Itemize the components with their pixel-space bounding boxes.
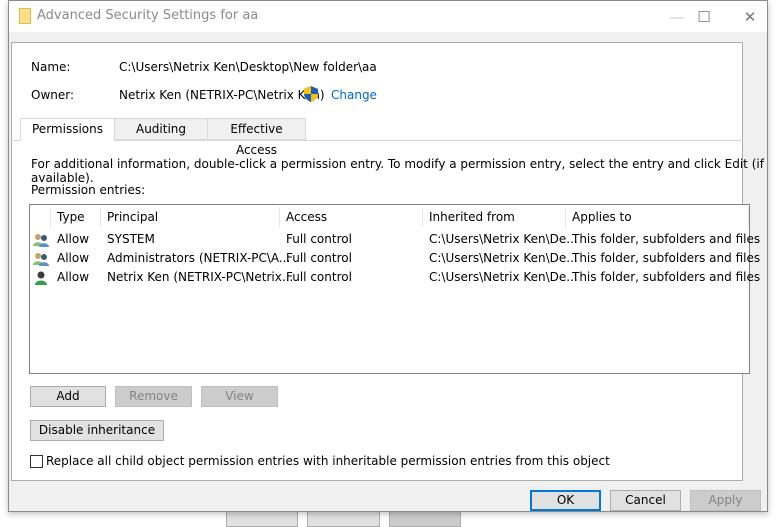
title-bar[interactable]: Advanced Security Settings for aa — ☐ ✕ (9, 1, 767, 32)
tab-permissions-label: Permissions (32, 122, 103, 136)
window-title: Advanced Security Settings for aa (37, 8, 259, 23)
view-button[interactable]: View (201, 386, 278, 407)
owner-label: Owner: (31, 88, 75, 102)
tab-permissions[interactable]: Permissions (20, 118, 115, 141)
entry-principal: Administrators (NETRIX-PC\A... (107, 251, 291, 265)
permission-entries-label: Permission entries: (31, 183, 146, 197)
column-header-inherited-from[interactable]: Inherited from (429, 210, 515, 226)
disable-inheritance-button[interactable]: Disable inheritance (30, 420, 164, 441)
close-button[interactable]: ✕ (727, 1, 773, 32)
group-users-icon (33, 234, 49, 247)
background-apply-button (389, 510, 461, 527)
entry-inherited-from: C:\Users\Netrix Ken\De... (429, 270, 578, 284)
entry-principal: SYSTEM (107, 232, 155, 246)
remove-button[interactable]: Remove (115, 386, 192, 407)
column-separator (422, 207, 423, 227)
replace-child-permissions-checkbox[interactable] (30, 455, 43, 468)
background-cancel-button (307, 510, 380, 527)
permission-entry-row[interactable]: Allow SYSTEM Full control C:\Users\Netri… (30, 230, 760, 249)
permission-entries-list[interactable]: Type Principal Access Inherited from App… (29, 204, 760, 374)
maximize-icon: ☐ (697, 7, 711, 26)
column-header-type[interactable]: Type (57, 210, 85, 226)
entry-principal: Netrix Ken (NETRIX-PC\Netrix... (107, 270, 294, 284)
entry-inherited-from: C:\Users\Netrix Ken\De... (429, 232, 578, 246)
group-users-icon (33, 253, 49, 266)
entry-access: Full control (286, 270, 352, 284)
entry-access: Full control (286, 232, 352, 246)
apply-button[interactable]: Apply (690, 490, 761, 511)
tab-auditing-label: Auditing (135, 122, 187, 136)
column-separator (100, 207, 101, 227)
entry-type: Allow (57, 251, 90, 265)
entry-type: Allow (57, 232, 90, 246)
entry-applies-to: This folder, subfolders and files (572, 251, 761, 265)
cancel-button[interactable]: Cancel (610, 490, 681, 511)
column-separator (748, 207, 749, 227)
background-window-right (768, 0, 781, 527)
entry-type: Allow (57, 270, 90, 284)
permission-entry-row[interactable]: Allow Administrators (NETRIX-PC\A... Ful… (30, 249, 760, 268)
tab-effective-access-label: Effective Access (230, 122, 283, 157)
column-header-access[interactable]: Access (286, 210, 327, 226)
name-value: C:\Users\Netrix Ken\Desktop\New folder\a… (119, 60, 377, 74)
folder-icon (19, 8, 31, 24)
tab-strip-border (11, 140, 743, 141)
entry-inherited-from: C:\Users\Netrix Ken\De... (429, 251, 578, 265)
ok-button[interactable]: OK (530, 490, 601, 511)
column-separator (50, 207, 51, 227)
user-icon (35, 271, 47, 285)
entry-applies-to: This folder, subfolders and files (572, 232, 761, 246)
column-header-applies-to[interactable]: Applies to (572, 210, 632, 226)
owner-value: Netrix Ken (NETRIX-PC\Netrix Ken) (119, 88, 325, 102)
replace-child-permissions-label[interactable]: Replace all child object permission entr… (46, 454, 610, 468)
change-owner-link[interactable]: Change (331, 88, 377, 102)
column-separator (279, 207, 280, 227)
entry-access: Full control (286, 251, 352, 265)
uac-shield-icon (304, 86, 318, 102)
close-icon: ✕ (743, 7, 757, 26)
tab-auditing[interactable]: Auditing (114, 118, 208, 140)
add-button[interactable]: Add (30, 386, 106, 407)
maximize-button[interactable]: ☐ (681, 1, 727, 32)
tab-effective-access[interactable]: Effective Access (207, 118, 306, 157)
entry-applies-to: This folder, subfolders and files (572, 270, 761, 284)
column-header-principal[interactable]: Principal (107, 210, 158, 226)
permission-entry-row[interactable]: Allow Netrix Ken (NETRIX-PC\Netrix... Fu… (30, 268, 760, 287)
column-separator (565, 207, 566, 227)
name-label: Name: (31, 60, 71, 74)
background-ok-button (226, 510, 298, 527)
info-text: For additional information, double-click… (31, 157, 764, 185)
